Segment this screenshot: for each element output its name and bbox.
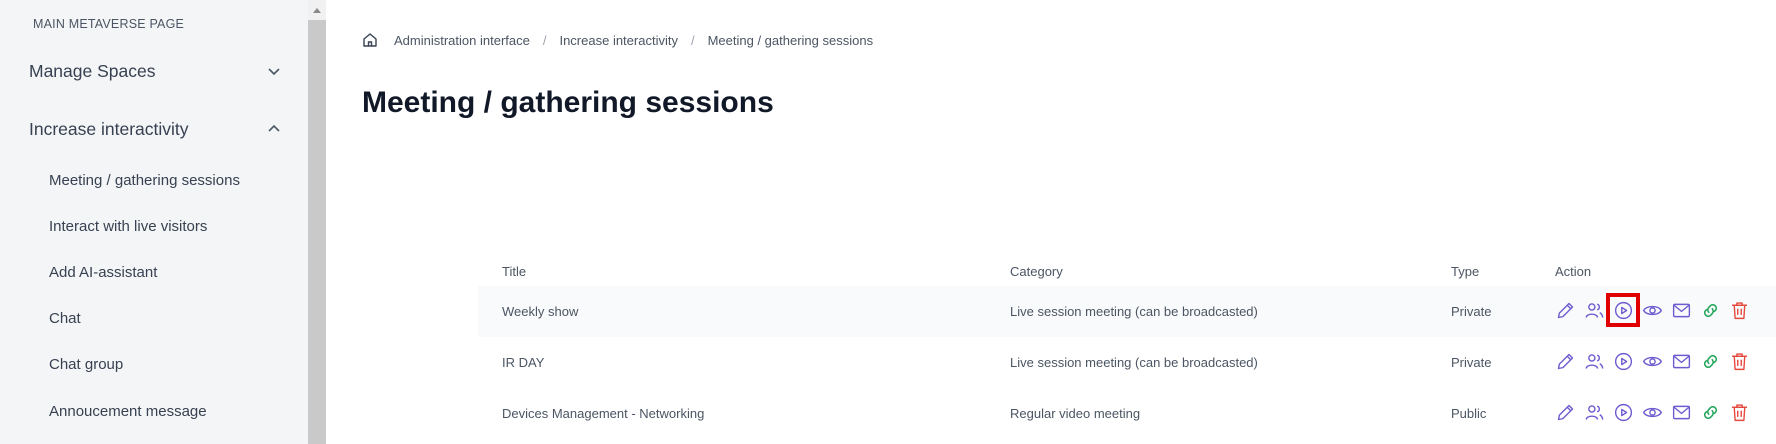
sidebar-group-label: Increase interactivity — [29, 118, 189, 139]
edit-button[interactable] — [1554, 401, 1576, 423]
link-icon — [1703, 303, 1717, 317]
column-header-category: Category — [1010, 264, 1063, 279]
sidebar: MAIN METAVERSE PAGE Manage Spaces Increa… — [0, 0, 308, 444]
row-actions — [1554, 401, 1750, 423]
edit-button[interactable] — [1554, 350, 1576, 372]
sidebar-section-label: MAIN METAVERSE PAGE — [33, 17, 185, 31]
link-button[interactable] — [1699, 350, 1721, 372]
participants-icon — [1584, 404, 1603, 420]
breadcrumb-current: Meeting / gathering sessions — [707, 32, 874, 48]
edit-button[interactable] — [1554, 299, 1576, 321]
row-type: Public — [1451, 406, 1487, 421]
view-icon — [1642, 305, 1662, 315]
sidebar-item-chat[interactable]: Chat — [49, 310, 81, 327]
delete-icon — [1731, 403, 1747, 421]
table-header: Title Category Type Action — [478, 258, 1776, 286]
column-header-action: Action — [1555, 264, 1592, 279]
link-button[interactable] — [1699, 299, 1721, 321]
row-title: Weekly show — [502, 304, 579, 319]
table-row: Weekly show Live session meeting (can be… — [478, 286, 1776, 337]
mail-button[interactable] — [1670, 350, 1692, 372]
breadcrumb-separator: / — [542, 32, 547, 48]
row-actions — [1554, 350, 1750, 372]
table-row: IR DAY Live session meeting (can be broa… — [478, 337, 1776, 388]
delete-button[interactable] — [1728, 350, 1750, 372]
row-type: Private — [1451, 355, 1492, 370]
view-icon — [1642, 356, 1662, 366]
sidebar-group-increase-interactivity[interactable]: Increase interactivity — [29, 114, 285, 144]
sidebar-group-label: Manage Spaces — [29, 60, 156, 81]
chevron-down-icon — [268, 68, 280, 76]
play-button[interactable] — [1606, 293, 1640, 327]
mail-button[interactable] — [1670, 299, 1692, 321]
table-row: Devices Management - Networking Regular … — [478, 388, 1776, 439]
play-icon — [1614, 352, 1632, 370]
view-icon — [1642, 407, 1662, 417]
link-button[interactable] — [1699, 401, 1721, 423]
row-title: IR DAY — [502, 355, 545, 370]
delete-button[interactable] — [1728, 299, 1750, 321]
view-button[interactable] — [1641, 401, 1663, 423]
sidebar-item-chat-group[interactable]: Chat group — [49, 356, 123, 373]
participants-icon — [1584, 353, 1603, 369]
play-button[interactable] — [1612, 401, 1634, 423]
participants-button[interactable] — [1583, 350, 1605, 372]
scroll-up-arrow-icon — [313, 8, 321, 13]
sidebar-scrollbar[interactable] — [308, 0, 326, 444]
row-actions — [1554, 293, 1750, 327]
participants-icon — [1584, 302, 1603, 318]
chevron-up-icon — [268, 124, 280, 132]
participants-button[interactable] — [1583, 299, 1605, 321]
play-button[interactable] — [1612, 350, 1634, 372]
play-icon — [1614, 301, 1632, 319]
participants-button[interactable] — [1583, 401, 1605, 423]
mail-icon — [1672, 405, 1690, 419]
delete-button[interactable] — [1728, 401, 1750, 423]
mail-icon — [1672, 303, 1690, 317]
sidebar-group-manage-spaces[interactable]: Manage Spaces — [29, 56, 285, 86]
row-category: Live session meeting (can be broadcasted… — [1010, 304, 1258, 319]
breadcrumb-link-administration[interactable]: Administration interface — [394, 33, 530, 48]
link-icon — [1703, 354, 1717, 368]
view-button[interactable] — [1641, 350, 1663, 372]
play-icon — [1614, 403, 1632, 421]
delete-icon — [1731, 301, 1747, 319]
edit-icon — [1557, 302, 1573, 318]
row-type: Private — [1451, 304, 1492, 319]
column-header-title: Title — [502, 264, 527, 279]
home-icon[interactable] — [362, 32, 378, 48]
edit-icon — [1557, 404, 1573, 420]
sidebar-item-announcement[interactable]: Annoucement message — [49, 403, 207, 420]
sidebar-item-live-visitors[interactable]: Interact with live visitors — [49, 218, 207, 235]
row-category: Live session meeting (can be broadcasted… — [1010, 355, 1258, 370]
row-title: Devices Management - Networking — [502, 406, 705, 421]
sidebar-item-ai-assistant[interactable]: Add AI-assistant — [49, 264, 157, 281]
link-icon — [1703, 405, 1717, 419]
breadcrumb-separator: / — [690, 32, 695, 48]
view-button[interactable] — [1641, 299, 1663, 321]
mail-icon — [1672, 354, 1690, 368]
breadcrumb: Administration interface / Increase inte… — [362, 32, 873, 48]
sessions-table: Title Category Type Action Weekly show L… — [478, 258, 1776, 439]
page-title: Meeting / gathering sessions — [362, 86, 774, 119]
breadcrumb-link-interactivity[interactable]: Increase interactivity — [559, 33, 678, 48]
edit-icon — [1557, 353, 1573, 369]
row-category: Regular video meeting — [1010, 406, 1141, 421]
column-header-type: Type — [1451, 264, 1480, 279]
mail-button[interactable] — [1670, 401, 1692, 423]
delete-icon — [1731, 352, 1747, 370]
scroll-up-button[interactable] — [308, 0, 326, 20]
sidebar-item-meeting-sessions[interactable]: Meeting / gathering sessions — [49, 172, 240, 189]
